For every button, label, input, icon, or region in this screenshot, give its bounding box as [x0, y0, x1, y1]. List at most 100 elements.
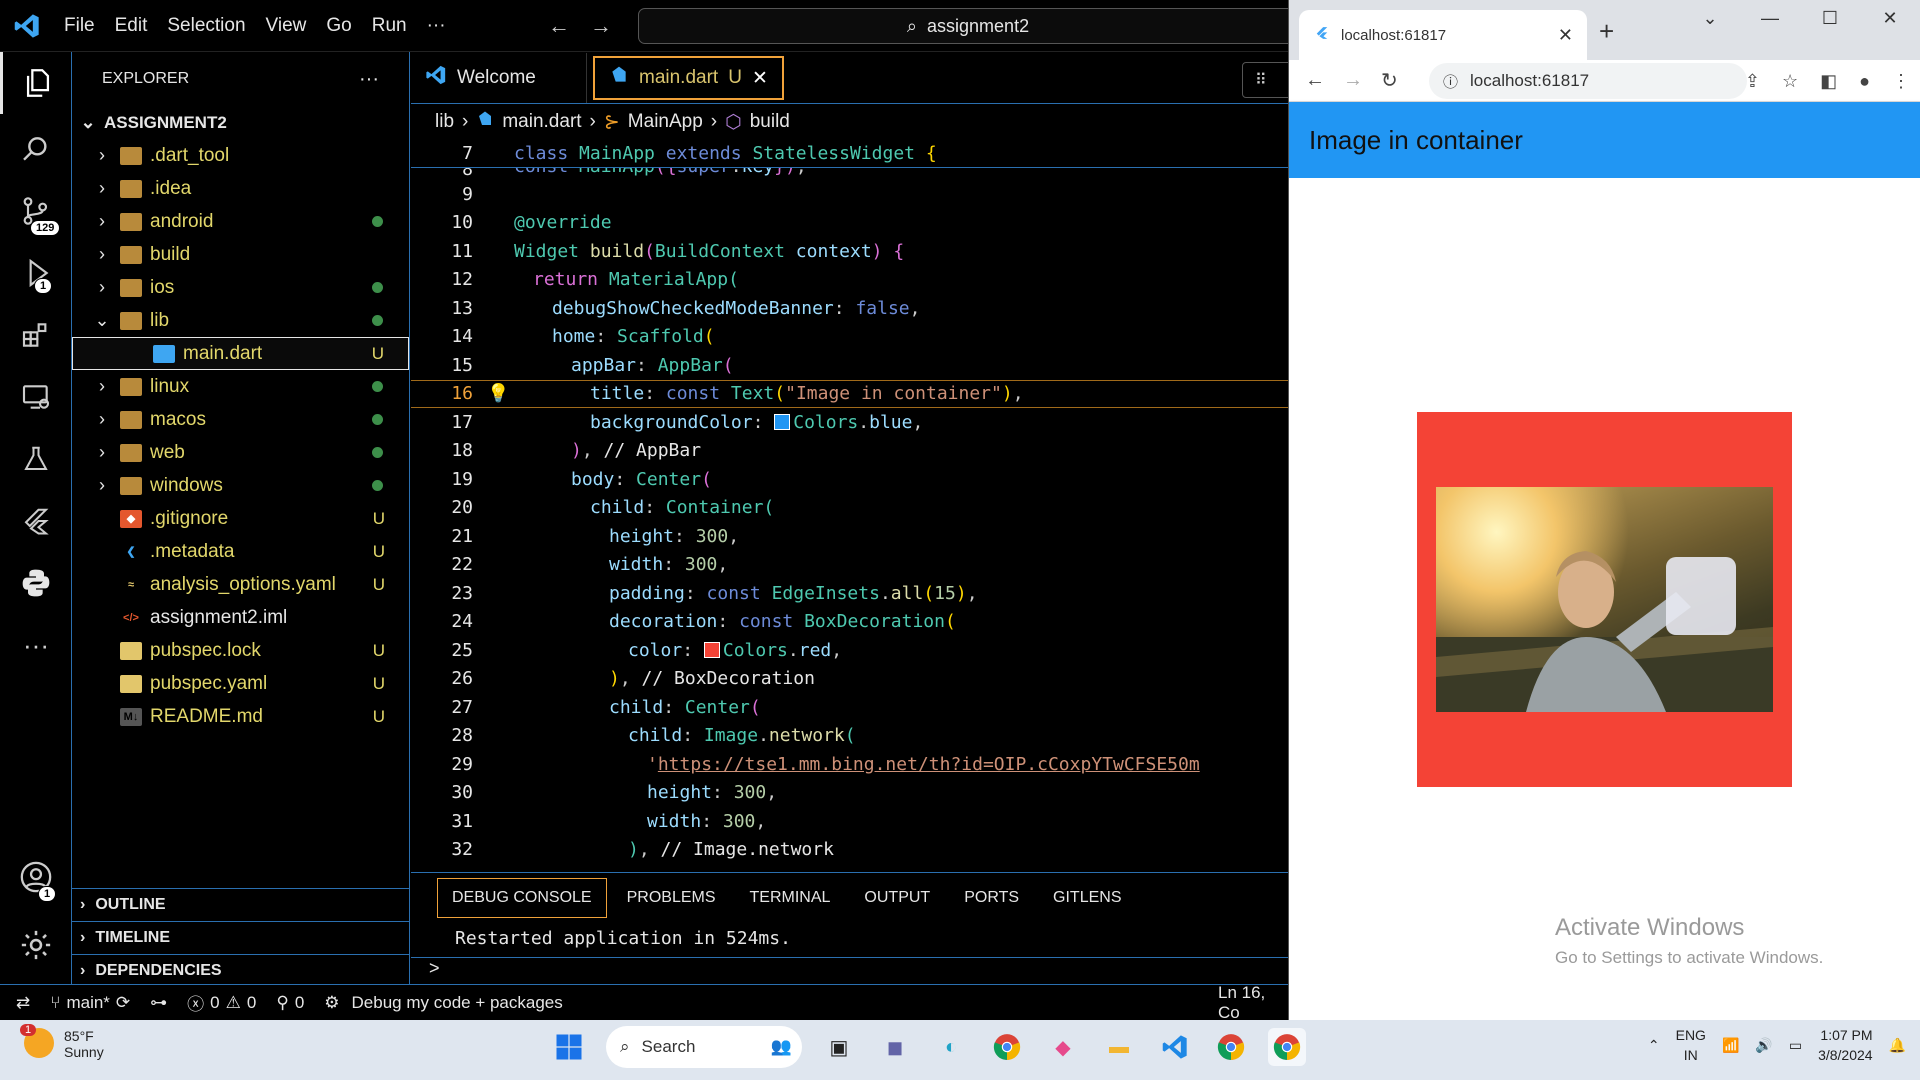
browser-tab[interactable]: localhost:61817 ✕ — [1299, 10, 1587, 60]
menu-selection[interactable]: Selection — [157, 0, 255, 52]
lightbulb-icon[interactable]: 💡 — [487, 383, 509, 404]
dependencies-section[interactable]: › DEPENDENCIES — [72, 954, 410, 987]
sticky-scroll-line[interactable]: 7 class MainApp extends StatelessWidget … — [411, 140, 1288, 168]
reload-icon[interactable]: ↻ — [1381, 68, 1398, 93]
source-control-icon[interactable]: 129 — [0, 180, 72, 242]
minimize-icon[interactable]: — — [1740, 8, 1800, 29]
teams-icon[interactable]: ◼ — [876, 1028, 914, 1066]
tree-item-main-dart[interactable]: main.dart U — [72, 337, 409, 370]
testing-icon[interactable] — [0, 428, 72, 490]
profile-avatar-icon[interactable]: ● — [1859, 71, 1870, 92]
tab-output[interactable]: OUTPUT — [850, 879, 944, 917]
back-icon[interactable]: ← — [1305, 69, 1325, 92]
project-root[interactable]: ⌄ ASSIGNMENT2 — [72, 106, 409, 139]
battery-icon[interactable]: ▭ — [1789, 1037, 1802, 1054]
new-tab-icon[interactable]: + — [1599, 16, 1614, 47]
chevron-up-icon[interactable]: ⌃ — [1648, 1037, 1660, 1054]
forward-arrow-icon[interactable]: → — [590, 13, 612, 39]
tab-terminal[interactable]: TERMINAL — [736, 879, 845, 917]
tab-welcome[interactable]: Welcome — [411, 53, 587, 103]
notification-bell-icon[interactable]: 🔔 — [1889, 1037, 1906, 1054]
cursor-position[interactable]: Ln 16, Co — [1208, 983, 1288, 1023]
forward-icon[interactable]: → — [1343, 69, 1363, 92]
console-input[interactable]: > — [411, 957, 1288, 985]
close-tab-icon[interactable]: ✕ — [752, 67, 768, 90]
back-arrow-icon[interactable]: ← — [548, 13, 570, 39]
windows-start-icon[interactable] — [550, 1028, 588, 1066]
site-info-icon[interactable]: ⓘ — [1443, 71, 1458, 92]
task-view-icon[interactable]: ▣ — [820, 1028, 858, 1066]
tree-item-idea[interactable]: › .idea — [72, 172, 409, 205]
explorer-more-button[interactable]: ··· — [359, 68, 379, 91]
tree-item-metadata[interactable]: ❮ .metadata U — [72, 535, 409, 568]
language-indicator[interactable]: ENG IN — [1676, 1026, 1706, 1065]
taskbar-search[interactable]: ⌕ Search 👥 — [606, 1026, 802, 1068]
remote-indicator-icon[interactable]: ⇄ — [0, 993, 40, 1013]
breadcrumb-file[interactable]: main.dart — [502, 111, 581, 133]
volume-icon[interactable]: 🔊 — [1755, 1037, 1772, 1054]
python-icon[interactable] — [0, 552, 72, 614]
edge-icon[interactable]: ◐ — [932, 1028, 970, 1066]
chrome-icon-3[interactable] — [1268, 1028, 1306, 1066]
editor-actions-icon[interactable]: ⠿ — [1242, 62, 1294, 98]
tree-item-dart-tool[interactable]: › .dart_tool — [72, 139, 409, 172]
more-views-icon[interactable]: ··· — [0, 614, 72, 676]
outline-section[interactable]: › OUTLINE — [72, 888, 410, 921]
clock[interactable]: 1:07 PM 3/8/2024 — [1818, 1026, 1873, 1065]
menu-more[interactable]: ··· — [417, 0, 456, 52]
extensions-icon[interactable] — [0, 304, 72, 366]
tab-search-icon[interactable]: ⌄ — [1680, 8, 1740, 29]
timeline-section[interactable]: › TIMELINE — [72, 921, 410, 954]
tree-item-lib[interactable]: ⌄ lib — [72, 304, 409, 337]
tree-item-macos[interactable]: › macos — [72, 403, 409, 436]
tree-item-build[interactable]: › build — [72, 238, 409, 271]
menu-edit[interactable]: Edit — [105, 0, 158, 52]
code-editor[interactable]: 8 const MainApp({super.key}); 9 10 @overri… — [411, 166, 1288, 926]
problems-indicator[interactable]: ⓧ 0 ⚠ 0 — [177, 990, 266, 1015]
branch-indicator[interactable]: ⑂ main* ⟳ — [40, 993, 140, 1013]
tree-item-pubspec-lock[interactable]: pubspec.lock U — [72, 634, 409, 667]
menu-go[interactable]: Go — [316, 0, 361, 52]
tree-item-readme-md[interactable]: M↓ README.md U — [72, 700, 409, 733]
close-tab-icon[interactable]: ✕ — [1558, 25, 1573, 46]
tab-debug-console[interactable]: DEBUG CONSOLE — [437, 878, 607, 918]
tree-item-android[interactable]: › android — [72, 205, 409, 238]
tab-problems[interactable]: PROBLEMS — [613, 879, 730, 917]
breadcrumb-lib[interactable]: lib — [435, 111, 454, 133]
tree-item-assignment2-iml[interactable]: </> assignment2.iml — [72, 601, 409, 634]
close-window-icon[interactable]: ✕ — [1860, 8, 1920, 29]
run-debug-icon[interactable]: 1 — [0, 242, 72, 304]
breadcrumb-method[interactable]: build — [750, 111, 790, 133]
address-bar[interactable]: ⓘ localhost:61817 — [1429, 63, 1747, 99]
weather-widget[interactable]: 1 85°F Sunny — [20, 1024, 104, 1060]
vscode-taskbar-icon[interactable] — [1156, 1028, 1194, 1066]
chrome-icon[interactable] — [988, 1028, 1026, 1066]
command-center[interactable]: ⌕ assignment2 — [638, 8, 1298, 44]
tree-item-gitignore[interactable]: ◆ .gitignore U — [72, 502, 409, 535]
flutter-icon[interactable] — [0, 490, 72, 552]
menu-run[interactable]: Run — [362, 0, 417, 52]
gemini-app-icon[interactable]: ◆ — [1044, 1028, 1082, 1066]
bookmark-star-icon[interactable]: ☆ — [1782, 71, 1798, 92]
tab-ports[interactable]: PORTS — [950, 879, 1033, 917]
tab-gitlens[interactable]: GITLENS — [1039, 879, 1135, 917]
menu-view[interactable]: View — [256, 0, 317, 52]
debug-config[interactable]: ⚙ Debug my code + packages — [314, 993, 572, 1013]
share-icon[interactable]: ⇪ — [1745, 71, 1760, 92]
git-graph-icon[interactable]: ⊶ — [140, 993, 177, 1013]
menu-file[interactable]: File — [54, 0, 105, 52]
file-explorer-icon[interactable]: ▬ — [1100, 1028, 1138, 1066]
explorer-icon[interactable] — [0, 52, 72, 114]
side-panel-icon[interactable]: ◧ — [1820, 71, 1837, 92]
chrome-icon-2[interactable] — [1212, 1028, 1250, 1066]
breadcrumb-class[interactable]: MainApp — [628, 111, 703, 133]
tree-item-windows[interactable]: › windows — [72, 469, 409, 502]
tab-main-dart[interactable]: main.dart U ✕ — [593, 56, 784, 100]
wifi-icon[interactable]: 📶 — [1722, 1037, 1739, 1054]
tree-item-analysis-options-yaml[interactable]: ≈ analysis_options.yaml U — [72, 568, 409, 601]
tree-item-pubspec-yaml[interactable]: pubspec.yaml U — [72, 667, 409, 700]
accounts-icon[interactable]: 1 — [0, 846, 72, 908]
tree-item-linux[interactable]: › linux — [72, 370, 409, 403]
search-activity-icon[interactable] — [0, 118, 72, 180]
tree-item-ios[interactable]: › ios — [72, 271, 409, 304]
